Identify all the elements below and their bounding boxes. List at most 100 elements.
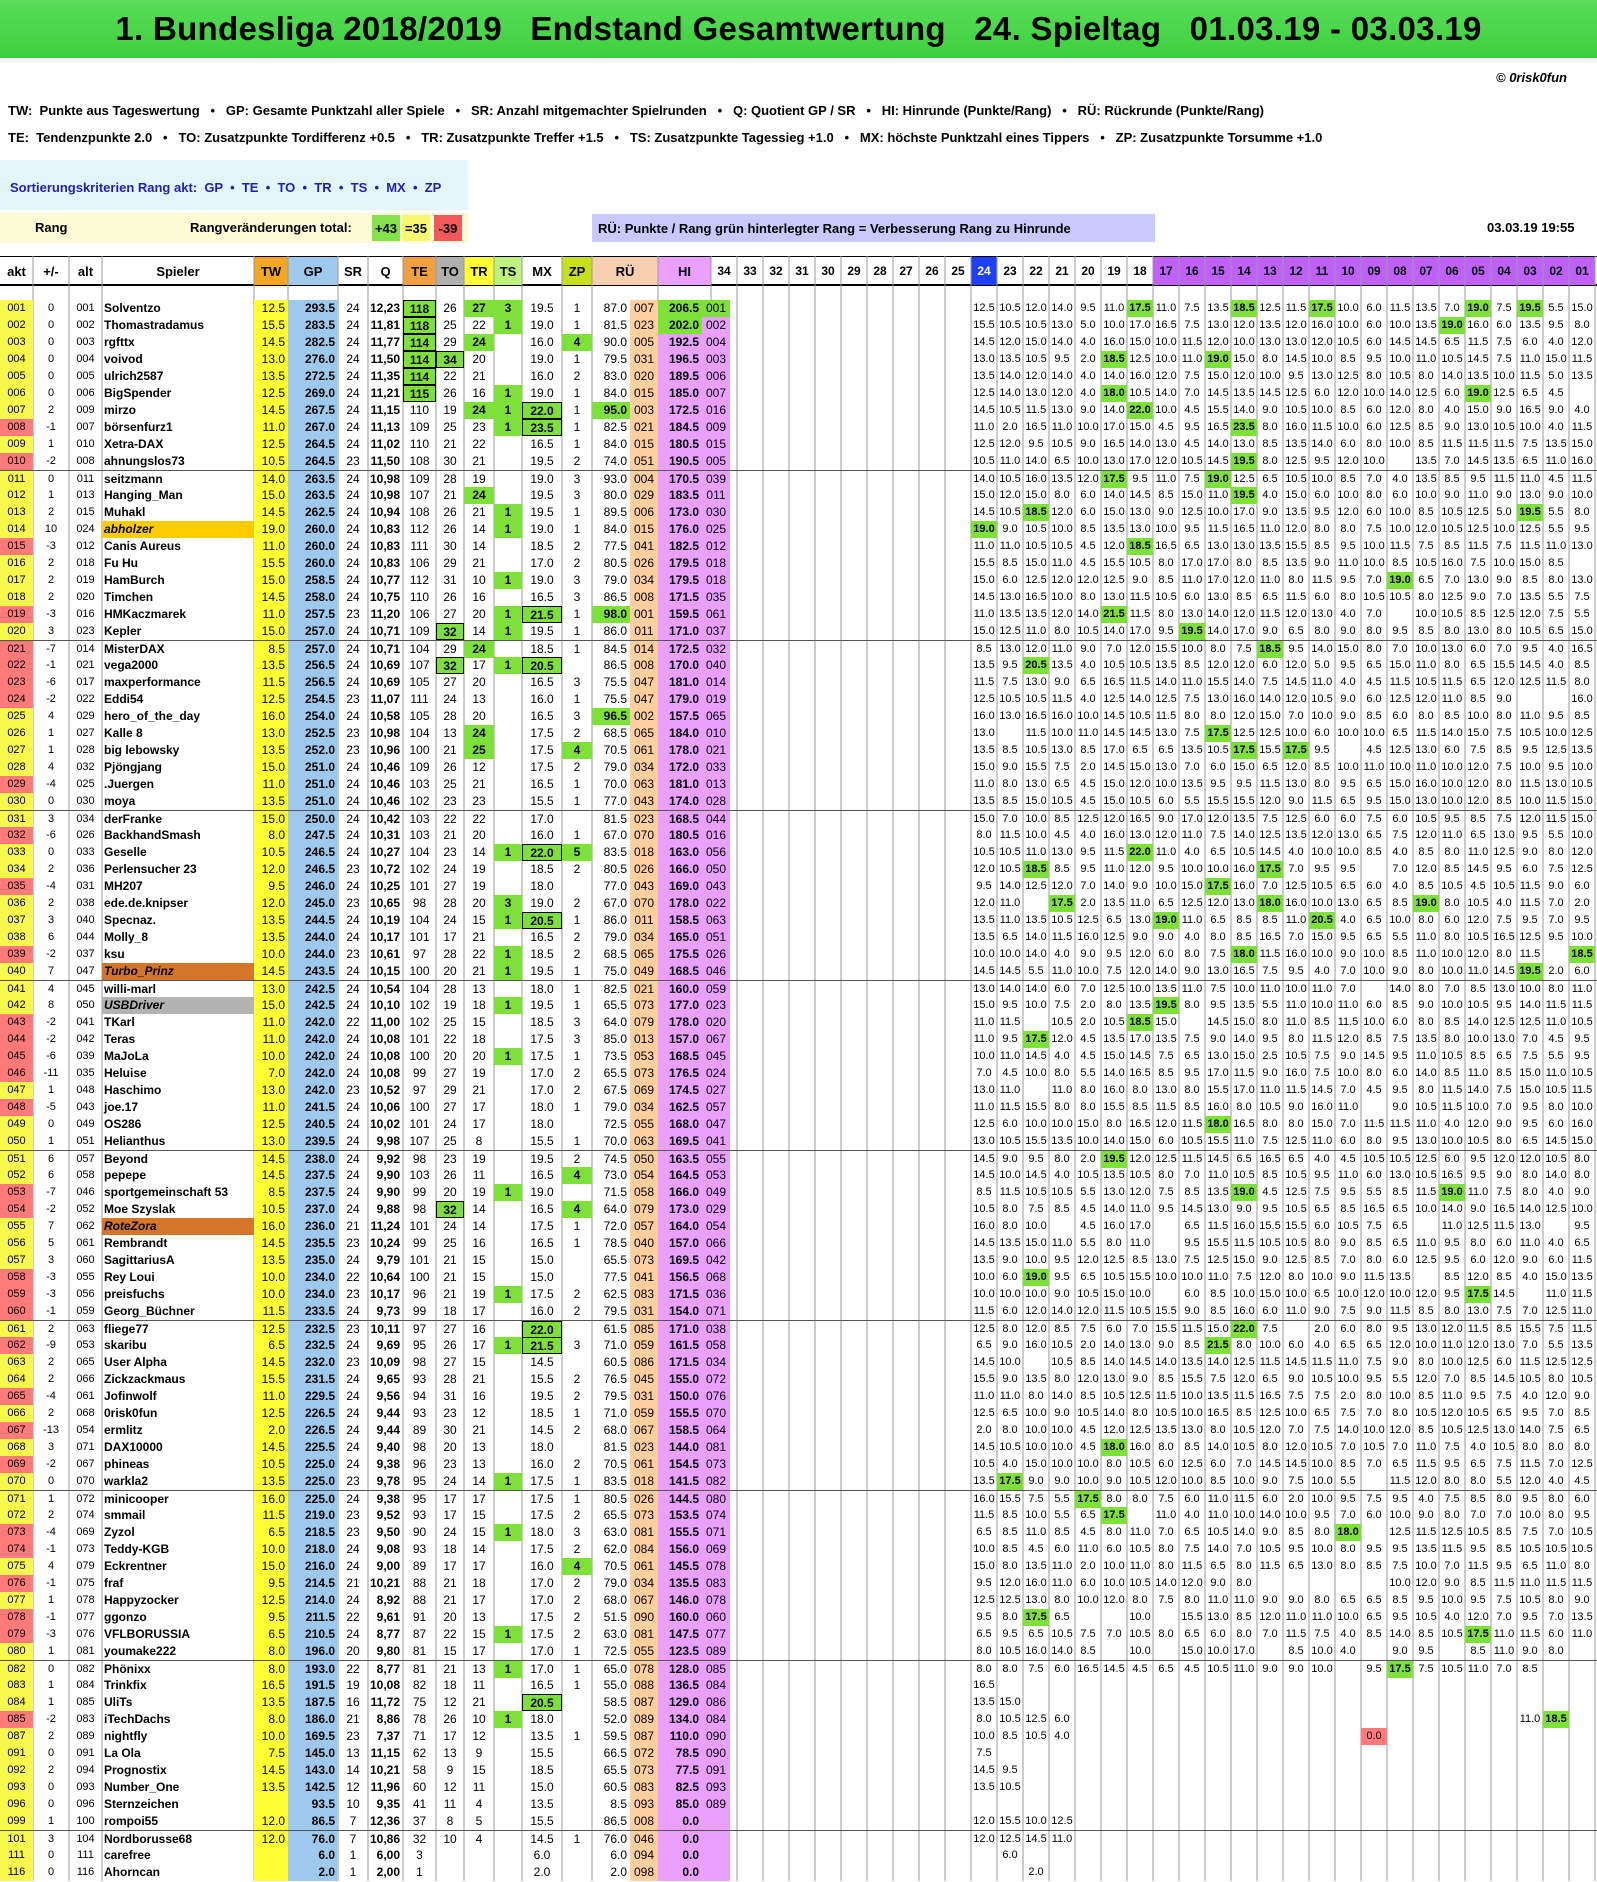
cell-matchday	[1231, 1745, 1257, 1762]
cell-matchday: 8.0	[1444, 1305, 1460, 1317]
cell-matchday	[1543, 1218, 1569, 1235]
cell-matchday: 4.0	[1184, 931, 1200, 943]
cell-sr: 24	[346, 930, 360, 944]
cell-sr: 22	[346, 1270, 360, 1284]
cell-matchday: 6.0	[1158, 795, 1174, 807]
cell-rur: 031	[630, 1388, 658, 1405]
cell-pm: -2	[46, 1458, 56, 1470]
cell-matchday	[1569, 1796, 1595, 1813]
cell-matchday	[789, 793, 815, 810]
cell-matchday	[1335, 1661, 1361, 1678]
cell-matchday: 20.5	[1309, 912, 1335, 929]
cell-matchday	[711, 793, 737, 810]
cell-matchday: 14.5	[973, 1356, 995, 1368]
cell-q: 10,17	[369, 930, 400, 944]
cell-sr: 14	[346, 1763, 360, 1777]
cell-matchday: 4.5	[1366, 744, 1382, 756]
cell-alt: 031	[76, 880, 95, 892]
cell-matchday: 11.0	[1051, 1560, 1073, 1572]
cell-matchday: 11.0	[1415, 948, 1437, 960]
cell-matchday: 11.0	[1207, 1493, 1229, 1505]
cell-tr: 18	[472, 1576, 486, 1590]
cell-to: 29	[443, 642, 457, 656]
cell-matchday: 13.0	[1155, 727, 1177, 739]
cell-matchday: 10.5	[999, 1713, 1021, 1725]
cell-matchday	[815, 1592, 841, 1609]
cell-zp: 1	[573, 1406, 581, 1420]
cell-zp: 2	[573, 726, 581, 740]
cell-te: 109	[409, 624, 430, 638]
cell-matchday: 11.5	[1493, 473, 1515, 485]
cell-matchday: 9.5	[1054, 353, 1070, 365]
cell-matchday: 6.0	[1496, 1237, 1512, 1249]
cell-rur: 081	[630, 1524, 658, 1541]
cell-matchday: 7.5	[1236, 1271, 1252, 1283]
cell-tw: 15.0	[254, 487, 288, 504]
cell-matchday: 11.0	[1051, 643, 1073, 655]
cell-matchday	[711, 572, 737, 589]
cell-name: Turbo_Prinz	[102, 963, 254, 980]
cell-matchday: 6.5	[1288, 1560, 1304, 1572]
cell-matchday: 6.5	[1366, 659, 1382, 671]
cell-matchday: 12.5	[1519, 523, 1541, 535]
cell-matchday: 10.5	[1077, 625, 1099, 637]
cell-matchday: 11.5	[1415, 1458, 1437, 1470]
cell-matchday	[1413, 1779, 1439, 1796]
cell-alt: 003	[76, 336, 95, 348]
cell-matchday: 12.5	[1155, 693, 1177, 705]
cell-matchday: 4.0	[1522, 1390, 1538, 1402]
cell-q: 9,69	[376, 1338, 400, 1352]
cell-matchday: 11.0	[1207, 1509, 1229, 1521]
cell-matchday: 14.0	[1519, 1203, 1541, 1215]
cell-matchday: 15.0	[1571, 795, 1593, 807]
cell-matchday: 8.0	[1418, 1016, 1434, 1028]
cell-te: 93	[412, 1406, 427, 1420]
cell-alt: 035	[76, 1067, 95, 1079]
cell-tw: 14.5	[254, 402, 288, 419]
cell-matchday	[893, 1184, 919, 1201]
cell-matchday	[893, 471, 919, 488]
cell-matchday: 8.0	[1236, 1339, 1252, 1351]
cell-pm: 1	[47, 744, 55, 756]
cell-matchday: 12.5	[1337, 370, 1359, 382]
cell-matchday: 14.0	[1207, 438, 1229, 450]
cell-matchday	[789, 1082, 815, 1099]
cell-matchday: 8.0	[1418, 1356, 1434, 1368]
cell-matchday: 12.5	[1389, 744, 1411, 756]
cell-matchday	[919, 725, 945, 742]
cell-q: 10,71	[369, 624, 400, 638]
cell-matchday: 10.0	[1363, 455, 1385, 467]
cell-matchday	[815, 811, 841, 828]
cell-matchday	[945, 657, 971, 674]
cell-matchday: 11.0	[999, 1390, 1021, 1402]
cell-matchday	[893, 1014, 919, 1031]
cell-matchday: 13.5	[1181, 1356, 1203, 1368]
cell-matchday	[1179, 1831, 1205, 1848]
cell-matchday: 10.0	[1519, 795, 1541, 807]
cell-matchday	[919, 1405, 945, 1422]
cell-matchday	[893, 1661, 919, 1678]
cell-mx: 16.5	[530, 1678, 554, 1692]
cell-zp: 2	[573, 947, 581, 961]
cell-sr: 24	[346, 1542, 360, 1556]
cell-matchday	[789, 1762, 815, 1779]
cell-matchday	[1153, 1677, 1179, 1694]
cell-matchday: 17.5	[1231, 742, 1257, 759]
cell-matchday: 10.0	[999, 1356, 1021, 1368]
cell-matchday: 6.0	[1262, 1493, 1278, 1505]
cell-matchday: 10.0	[1025, 829, 1047, 841]
cell-matchday: 13.5	[1285, 829, 1307, 841]
cell-matchday: 9.5	[1340, 659, 1356, 671]
cell-matchday: 11.0	[1077, 727, 1099, 739]
cell-matchday	[945, 1643, 971, 1660]
cell-matchday	[763, 1558, 789, 1575]
cell-matchday: 8.5	[1002, 744, 1018, 756]
cell-matchday: 11.0	[1181, 353, 1203, 365]
cell-matchday: 10.5	[1519, 1373, 1541, 1385]
cell-te: 107	[409, 658, 430, 672]
cell-matchday: 10.5	[973, 1203, 995, 1215]
cell-matchday: 12.0	[1103, 540, 1125, 552]
cell-hi: 158.5	[658, 1422, 702, 1439]
cell-matchday: 8.5	[1366, 1033, 1382, 1045]
cell-to: 32	[436, 1201, 464, 1218]
